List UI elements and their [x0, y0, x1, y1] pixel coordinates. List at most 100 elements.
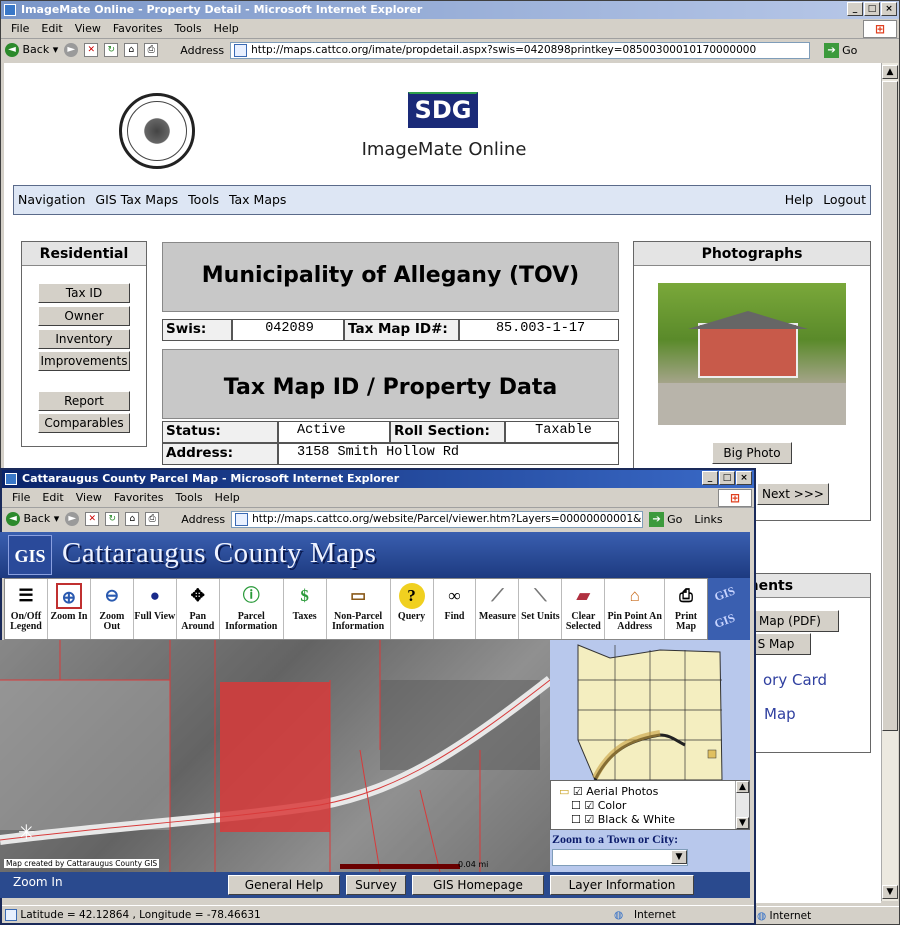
front-titlebar[interactable]: Cattaraugus County Parcel Map - Microsof…: [2, 470, 754, 488]
survey-button[interactable]: Survey: [346, 875, 406, 895]
tool-taxes[interactable]: $ Taxes: [284, 579, 327, 639]
menu-help[interactable]: Help: [208, 22, 245, 35]
back-button[interactable]: ◄ Back ▾: [6, 512, 59, 526]
tool-measure[interactable]: ⟋ Measure: [476, 579, 520, 639]
menu-tools[interactable]: Tools: [170, 491, 209, 504]
nav-tools[interactable]: Tools: [188, 192, 219, 207]
go-button[interactable]: ➔ Go: [824, 42, 857, 58]
nav-help[interactable]: Help: [785, 192, 814, 207]
menu-edit[interactable]: Edit: [35, 22, 68, 35]
layer-information-button[interactable]: Layer Information: [550, 875, 694, 895]
tool-pan[interactable]: ✥ Pan Around: [177, 579, 220, 639]
tool-query[interactable]: ? Query: [391, 579, 434, 639]
tool-zoom-out[interactable]: ⊖ Zoom Out: [91, 579, 134, 639]
inventory-button[interactable]: Inventory: [38, 329, 130, 349]
tax-id-button[interactable]: Tax ID: [38, 283, 130, 303]
tool-non-parcel[interactable]: ▭ Non-Parcel Information: [327, 579, 391, 639]
menu-favorites[interactable]: Favorites: [108, 491, 170, 504]
minimize-button[interactable]: _: [702, 471, 718, 485]
layer-scrollbar[interactable]: ▲ ▼: [735, 781, 749, 829]
menu-file[interactable]: File: [6, 491, 36, 504]
go-button[interactable]: ➔ Go: [649, 511, 682, 527]
menu-favorites[interactable]: Favorites: [107, 22, 169, 35]
map-link[interactable]: Map: [764, 705, 796, 723]
tool-find[interactable]: ∞ Find: [434, 579, 477, 639]
tool-set-units[interactable]: ⟍ Set Units: [519, 579, 563, 639]
tool-clear-selected[interactable]: ▰ Clear Selected: [562, 579, 606, 639]
links-button[interactable]: Links: [694, 513, 722, 526]
nav-logout[interactable]: Logout: [823, 192, 866, 207]
big-photo-button[interactable]: Big Photo: [712, 442, 792, 464]
front-window-title: Cattaraugus County Parcel Map - Microsof…: [22, 472, 400, 485]
home-icon[interactable]: ⌂: [124, 43, 139, 57]
county-seal: [119, 93, 195, 169]
print-icon[interactable]: ⎙: [145, 512, 160, 526]
aerial-map[interactable]: ✳ Map created by Cattaraugus County GIS …: [0, 640, 550, 872]
menu-view[interactable]: View: [69, 22, 107, 35]
pan-icon: ✥: [190, 586, 205, 605]
address-input[interactable]: http://maps.cattco.org/website/Parcel/vi…: [231, 510, 644, 528]
layer-item-color[interactable]: ☐ ☑ Color: [551, 799, 749, 813]
owner-button[interactable]: Owner: [38, 306, 130, 326]
checkbox-icon[interactable]: ☐ ☑: [571, 799, 594, 812]
checkbox-icon[interactable]: ☑: [573, 785, 583, 798]
minimize-button[interactable]: _: [847, 2, 863, 16]
stop-icon[interactable]: ✕: [84, 43, 99, 57]
forward-arrow-icon[interactable]: ►: [64, 43, 79, 57]
layer-item-black-white[interactable]: ☐ ☑ Black & White: [551, 813, 749, 827]
menu-edit[interactable]: Edit: [36, 491, 69, 504]
refresh-icon[interactable]: ↻: [105, 512, 120, 526]
scroll-down-icon[interactable]: ▼: [882, 885, 898, 899]
scroll-up-icon[interactable]: ▲: [882, 65, 898, 79]
close-button[interactable]: ×: [881, 2, 897, 16]
nav-tax-maps[interactable]: Tax Maps: [229, 192, 287, 207]
address-input[interactable]: http://maps.cattco.org/imate/propdetail.…: [230, 41, 811, 59]
back-button[interactable]: ◄ Back ▾: [5, 43, 58, 57]
tool-print-map[interactable]: ⎙ Print Map: [665, 579, 707, 639]
windows-logo-icon: ⊞: [718, 489, 752, 507]
back-titlebar[interactable]: ImageMate Online - Property Detail - Mic…: [1, 1, 899, 19]
tool-full-view[interactable]: ● Full View: [134, 579, 177, 639]
report-button[interactable]: Report: [38, 391, 130, 411]
nav-gis-tax-maps[interactable]: GIS Tax Maps: [95, 192, 178, 207]
gis-side-tabs: GIS GIS: [708, 578, 750, 640]
improvements-button[interactable]: Improvements: [38, 351, 130, 371]
checkbox-icon[interactable]: ☐ ☑: [571, 813, 594, 826]
stop-icon[interactable]: ✕: [85, 512, 100, 526]
general-help-button[interactable]: General Help: [228, 875, 340, 895]
maximize-button[interactable]: □: [719, 471, 735, 485]
tool-legend[interactable]: ☰ On/Off Legend: [5, 579, 48, 639]
gis-homepage-button[interactable]: GIS Homepage: [412, 875, 544, 895]
menu-tools[interactable]: Tools: [169, 22, 208, 35]
refresh-icon[interactable]: ↻: [104, 43, 119, 57]
tool-parcel-info[interactable]: ⓘ Parcel Information: [220, 579, 284, 639]
menu-file[interactable]: File: [5, 22, 35, 35]
inventory-card-link[interactable]: ory Card: [763, 671, 827, 689]
gis-logo: GIS: [8, 535, 52, 575]
scroll-up-icon[interactable]: ▲: [736, 781, 749, 793]
eraser-icon: ▰: [576, 586, 590, 605]
maximize-button[interactable]: □: [864, 2, 880, 16]
scroll-thumb[interactable]: [882, 81, 898, 731]
print-icon[interactable]: ⎙: [144, 43, 159, 57]
tool-pin-point[interactable]: ⌂ Pin Point An Address: [605, 579, 666, 639]
forward-arrow-icon[interactable]: ►: [65, 512, 80, 526]
overview-map[interactable]: [550, 640, 750, 780]
dropdown-arrow-icon[interactable]: ▼: [671, 850, 687, 864]
next-button[interactable]: Next >>>: [757, 483, 829, 505]
close-button[interactable]: ×: [736, 471, 752, 485]
home-icon[interactable]: ⌂: [125, 512, 140, 526]
gis-tab[interactable]: GIS: [713, 578, 750, 604]
back-scrollbar[interactable]: ▲ ▼: [881, 63, 898, 901]
comparables-button[interactable]: Comparables: [38, 413, 130, 433]
municipality-title: Municipality of Allegany (TOV): [162, 242, 619, 312]
layer-item-aerial-photos[interactable]: ▭ ☑ Aerial Photos: [551, 785, 749, 799]
tool-zoom-in[interactable]: ⊕ Zoom In: [48, 579, 91, 639]
gis-tab[interactable]: GIS: [713, 605, 750, 631]
zoom-town-select[interactable]: ▼: [552, 849, 688, 866]
menu-view[interactable]: View: [70, 491, 108, 504]
menu-help[interactable]: Help: [209, 491, 246, 504]
nav-navigation[interactable]: Navigation: [18, 192, 85, 207]
scroll-down-icon[interactable]: ▼: [736, 817, 749, 829]
zoom-in-icon: ⊕: [55, 583, 82, 609]
